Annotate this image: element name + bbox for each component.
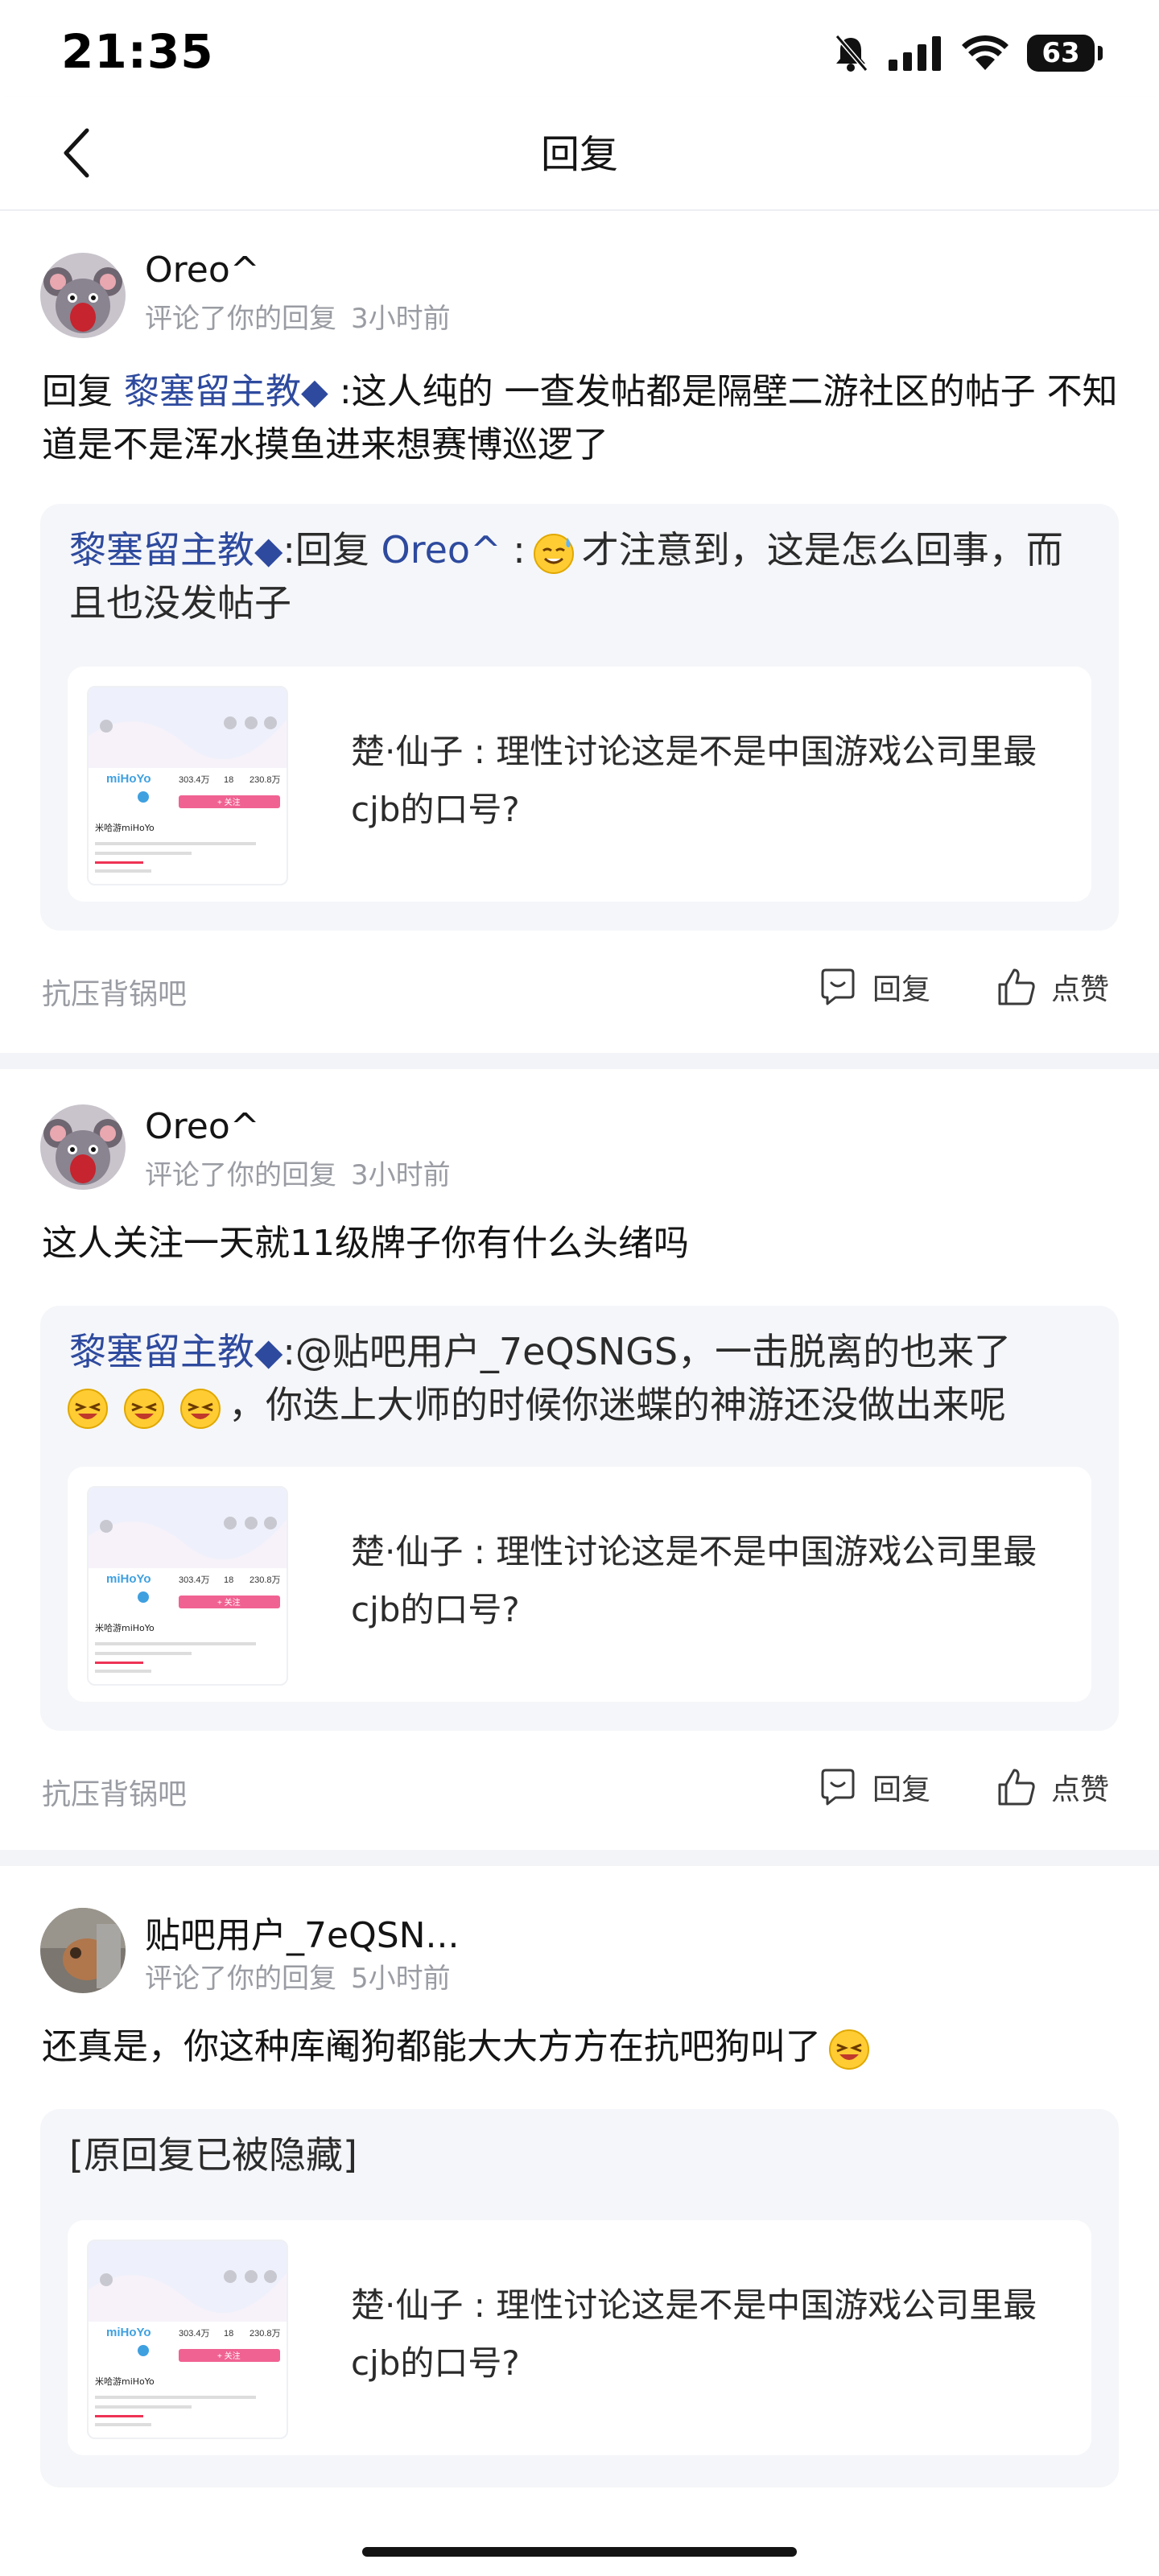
notification-item[interactable]: Oreo^ 评论了你的回复 3小时前 这人关注一天就11级牌子你有什么头绪吗 黎塞… xyxy=(0,1069,1159,1850)
signal-icon xyxy=(889,36,941,71)
action-text: 评论了你的回复 xyxy=(145,303,336,335)
bell-muted-icon xyxy=(835,35,868,72)
reply-label: 回复 xyxy=(872,1773,931,1806)
avatar[interactable] xyxy=(40,1104,126,1190)
reply-content: 这人关注一天就11级牌子你有什么头绪吗 xyxy=(42,1223,689,1264)
avatar[interactable] xyxy=(40,1908,126,1993)
quote-line-1: :@贴吧用户_7eQSNGS，一击脱离的也来了 xyxy=(283,1330,1012,1373)
thumb-name: 米哈游miHoYo xyxy=(95,823,155,833)
quote-line-2: ，你迭上大师的时候你迷蝶的神游还没做出来呢 xyxy=(229,1383,1006,1426)
thumbs-up-icon xyxy=(998,968,1035,1005)
reply-button[interactable]: 回复 xyxy=(818,1766,930,1808)
home-indicator[interactable] xyxy=(362,2547,797,2557)
meta-line: 评论了你的回复 3小时前 xyxy=(145,296,465,336)
timestamp: 3小时前 xyxy=(351,303,451,335)
quoted-reply[interactable]: 黎塞留主教◆:回复 Oreo^ : 才注意到，这是怎么回事，而且也没发帖子 miH… xyxy=(40,504,1119,931)
action-text: 评论了你的回复 xyxy=(145,1159,336,1191)
post-preview-card[interactable]: miHoYo 303.4万 18 230.8万 + 关注 米哈游miHoYo 楚… xyxy=(68,667,1091,902)
thumb-follow: + 关注 xyxy=(217,1597,241,1608)
forum-name[interactable]: 抗压背锅吧 xyxy=(42,971,187,1013)
status-bar: 21:35 63 xyxy=(0,0,1159,97)
post-title: 楚·仙子 : 理性讨论这是不是中国游戏公司里最cjb的口号? xyxy=(351,1532,1037,1629)
reply-bubble-icon xyxy=(821,1769,855,1806)
username[interactable]: Oreo^ xyxy=(145,250,260,291)
thumb-stat-3: 230.8万 xyxy=(250,1575,281,1585)
thumb-name: 米哈游miHoYo xyxy=(95,1623,155,1633)
reply-content: 还真是，你这种库阉狗都能大大方方在抗吧狗叫了 xyxy=(42,2021,1120,2074)
post-thumbnail: miHoYo 303.4万 18 230.8万 + 关注 米哈游miHoYo xyxy=(87,1486,288,1686)
thumb-stat-1: 303.4万 xyxy=(179,1575,210,1585)
grin-emoji-icon xyxy=(68,1388,108,1429)
quote-sep: :回复 xyxy=(283,528,369,572)
timestamp: 5小时前 xyxy=(351,1963,451,1995)
quote-text: 黎塞留主教◆:回复 Oreo^ : 才注意到，这是怎么回事，而且也没发帖子 xyxy=(69,523,1099,630)
thumb-brand: miHoYo xyxy=(106,772,151,786)
quote-text: 黎塞留主教◆:@贴吧用户_7eQSNGS，一击脱离的也来了 ，你迭上大师的时候你… xyxy=(68,1325,1099,1431)
avatar[interactable] xyxy=(40,253,126,338)
thumb-brand: miHoYo xyxy=(106,1572,151,1586)
reply-content: 回复 黎塞留主教◆ :这人纯的 一查发帖都是隔壁二游社区的帖子 不知道是不是浑水… xyxy=(42,365,1120,472)
page-title: 回复 xyxy=(540,132,618,177)
quote-colon: : xyxy=(513,528,526,572)
thumb-stat-3: 230.8万 xyxy=(250,775,281,785)
nav-bar: 回复 xyxy=(0,97,1159,211)
meta-line: 评论了你的回复 5小时前 xyxy=(145,1956,465,1996)
username[interactable]: 贴吧用户_7eQSN... xyxy=(145,1906,460,1958)
divider xyxy=(0,1053,1159,1069)
thumb-follow: + 关注 xyxy=(217,797,241,807)
grin-emoji-icon xyxy=(124,1388,164,1429)
thumb-stat-3: 230.8万 xyxy=(250,2329,281,2339)
forum-name[interactable]: 抗压背锅吧 xyxy=(42,1771,187,1813)
quote-hidden-text: [原回复已被隐藏] xyxy=(69,2133,357,2177)
grin-emoji-icon xyxy=(829,2029,869,2070)
thumbs-up-icon xyxy=(998,1769,1035,1806)
grin-emoji-icon xyxy=(180,1388,221,1429)
like-label: 点赞 xyxy=(1051,973,1110,1006)
thumb-brand: miHoYo xyxy=(106,2326,151,2339)
thumb-stat-2: 18 xyxy=(224,1575,233,1585)
reply-prefix: 回复 xyxy=(42,371,113,412)
thumb-name: 米哈游miHoYo xyxy=(95,2376,155,2387)
status-icons: 63 xyxy=(832,29,1103,77)
divider xyxy=(0,1850,1159,1866)
like-label: 点赞 xyxy=(1051,1773,1110,1806)
reply-bubble-icon xyxy=(821,968,855,1005)
mention-link[interactable]: 黎塞留主教◆ xyxy=(124,371,328,412)
quote-mention[interactable]: Oreo^ xyxy=(382,528,501,572)
like-button[interactable]: 点赞 xyxy=(996,1766,1109,1808)
post-thumbnail: miHoYo 303.4万 18 230.8万 + 关注 米哈游miHoYo xyxy=(87,686,288,886)
notification-item[interactable]: Oreo^ 评论了你的回复 3小时前 回复 黎塞留主教◆ :这人纯的 一查发帖都是… xyxy=(0,211,1159,1053)
thumb-stat-1: 303.4万 xyxy=(179,775,210,785)
post-title: 楚·仙子 : 理性讨论这是不是中国游戏公司里最cjb的口号? xyxy=(351,2285,1037,2383)
battery-icon: 63 xyxy=(1027,35,1103,72)
wifi-icon xyxy=(962,35,1008,70)
post-preview-card[interactable]: miHoYo 303.4万 18 230.8万 + 关注 米哈游miHoYo 楚… xyxy=(68,1467,1091,1702)
reply-text: 还真是，你这种库阉狗都能大大方方在抗吧狗叫了 xyxy=(42,2026,821,2067)
like-button[interactable]: 点赞 xyxy=(996,966,1109,1008)
thumb-stat-2: 18 xyxy=(224,775,233,785)
reply-button[interactable]: 回复 xyxy=(818,966,930,1008)
post-thumbnail: miHoYo 303.4万 18 230.8万 + 关注 米哈游miHoYo xyxy=(87,2240,288,2439)
reply-label: 回复 xyxy=(872,973,931,1006)
meta-line: 评论了你的回复 3小时前 xyxy=(145,1153,465,1192)
thumb-stat-1: 303.4万 xyxy=(179,2329,210,2339)
action-text: 评论了你的回复 xyxy=(145,1963,336,1995)
timestamp: 3小时前 xyxy=(351,1159,451,1191)
notification-item[interactable]: 贴吧用户_7eQSN... 评论了你的回复 5小时前 还真是，你这种库阉狗都能大大… xyxy=(0,1866,1159,2558)
sweat-emoji-icon xyxy=(533,533,574,574)
thumb-follow: + 关注 xyxy=(217,2351,241,2361)
thumb-stat-2: 18 xyxy=(224,2329,233,2339)
quoted-reply[interactable]: [原回复已被隐藏] miHoYo 303.4万 18 230.8万 + 关注 米… xyxy=(40,2109,1119,2487)
status-time: 21:35 xyxy=(61,24,214,79)
quote-author[interactable]: 黎塞留主教◆ xyxy=(69,528,283,572)
post-preview-card[interactable]: miHoYo 303.4万 18 230.8万 + 关注 米哈游miHoYo 楚… xyxy=(68,2220,1091,2455)
quoted-reply[interactable]: 黎塞留主教◆:@贴吧用户_7eQSNGS，一击脱离的也来了 ，你迭上大师的时候你… xyxy=(40,1306,1119,1731)
username[interactable]: Oreo^ xyxy=(145,1106,260,1147)
post-title: 楚·仙子 : 理性讨论这是不是中国游戏公司里最cjb的口号? xyxy=(351,732,1037,829)
quote-author[interactable]: 黎塞留主教◆ xyxy=(69,1330,283,1373)
